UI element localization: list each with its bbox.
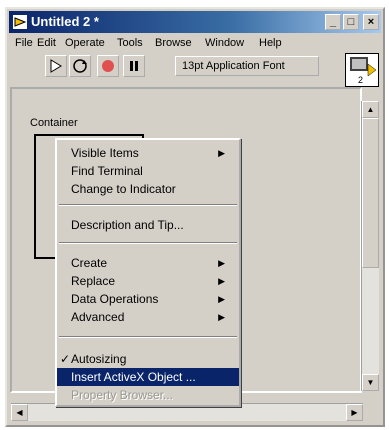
- scroll-right-arrow-icon[interactable]: ▶: [346, 404, 363, 421]
- context-menu: Visible Items ▶ Find Terminal Change to …: [55, 138, 241, 407]
- run-button[interactable]: [45, 55, 67, 77]
- submenu-arrow-icon: ▶: [218, 148, 225, 158]
- pause-icon: [130, 61, 138, 71]
- menu-item-label: Advanced: [71, 310, 125, 324]
- menu-item-change-to-indicator[interactable]: Change to Indicator: [57, 180, 239, 198]
- menu-tools[interactable]: Tools: [117, 37, 143, 49]
- menu-bar: File Edit Operate Tools Browse Window He…: [9, 35, 381, 53]
- menu-separator: [59, 336, 237, 338]
- menu-file[interactable]: File: [15, 37, 33, 49]
- minimize-button[interactable]: _: [325, 14, 341, 30]
- maximize-button[interactable]: □: [343, 14, 359, 30]
- run-continuously-icon: [73, 59, 87, 73]
- menu-separator: [59, 204, 237, 206]
- font-select[interactable]: 13pt Application Font: [175, 56, 319, 76]
- menu-item-description-and-tip[interactable]: Description and Tip...: [57, 216, 239, 234]
- menu-item-label: Visible Items: [71, 146, 139, 160]
- close-button[interactable]: ×: [363, 14, 379, 30]
- menu-window[interactable]: Window: [205, 37, 244, 49]
- menu-item-label: Find Terminal: [71, 164, 143, 178]
- menu-item-autosizing[interactable]: ✓ Autosizing: [57, 350, 239, 368]
- menu-edit[interactable]: Edit: [37, 37, 56, 49]
- vertical-scrollbar[interactable]: ▲ ▼: [361, 101, 379, 391]
- menu-item-find-terminal[interactable]: Find Terminal: [57, 162, 239, 180]
- labview-app-icon: [13, 15, 27, 29]
- stop-icon: [102, 60, 114, 72]
- pause-button[interactable]: [123, 55, 145, 77]
- abort-button[interactable]: [97, 55, 119, 77]
- title-bar[interactable]: Untitled 2 * _ □ ×: [9, 11, 381, 33]
- run-arrow-icon: [50, 59, 62, 73]
- menu-item-replace[interactable]: Replace ▶: [57, 272, 239, 290]
- menu-item-label: Insert ActiveX Object ...: [71, 370, 196, 384]
- menu-item-create[interactable]: Create ▶: [57, 254, 239, 272]
- menu-item-label: Replace: [71, 274, 116, 288]
- menu-item-label: Autosizing: [71, 352, 127, 366]
- vi-icon[interactable]: 2: [345, 53, 379, 87]
- menu-item-label: Property Browser...: [71, 388, 174, 402]
- scroll-down-arrow-icon[interactable]: ▼: [362, 374, 379, 391]
- menu-browse[interactable]: Browse: [155, 37, 192, 49]
- submenu-arrow-icon: ▶: [218, 294, 225, 304]
- checkmark-icon: ✓: [60, 352, 71, 366]
- vi-icon-number: 2: [358, 75, 363, 85]
- scroll-thumb[interactable]: [362, 118, 379, 268]
- submenu-arrow-icon: ▶: [218, 258, 225, 268]
- submenu-arrow-icon: ▶: [218, 312, 225, 322]
- vi-connector-icon: 2: [350, 57, 377, 85]
- menu-item-label: Change to Indicator: [71, 182, 176, 196]
- menu-operate[interactable]: Operate: [65, 37, 105, 49]
- menu-item-label: Description and Tip...: [71, 218, 184, 232]
- menu-item-label: Data Operations: [71, 292, 159, 306]
- menu-help[interactable]: Help: [259, 37, 282, 49]
- menu-item-label: Create: [71, 256, 108, 270]
- menu-separator: [59, 242, 237, 244]
- menu-item-data-operations[interactable]: Data Operations ▶: [57, 290, 239, 308]
- scroll-left-arrow-icon[interactable]: ◀: [11, 404, 28, 421]
- container-label: Container: [30, 117, 78, 129]
- menu-item-advanced[interactable]: Advanced ▶: [57, 308, 239, 326]
- run-continuously-button[interactable]: [69, 55, 91, 77]
- menu-item-property-browser: Property Browser...: [57, 386, 239, 404]
- menu-item-visible-items[interactable]: Visible Items ▶: [57, 144, 239, 162]
- toolbar: 13pt Application Font: [9, 53, 339, 81]
- scroll-up-arrow-icon[interactable]: ▲: [362, 101, 379, 118]
- submenu-arrow-icon: ▶: [218, 276, 225, 286]
- menu-item-insert-activex-object[interactable]: Insert ActiveX Object ...: [57, 368, 239, 386]
- window-title: Untitled 2 *: [31, 14, 99, 29]
